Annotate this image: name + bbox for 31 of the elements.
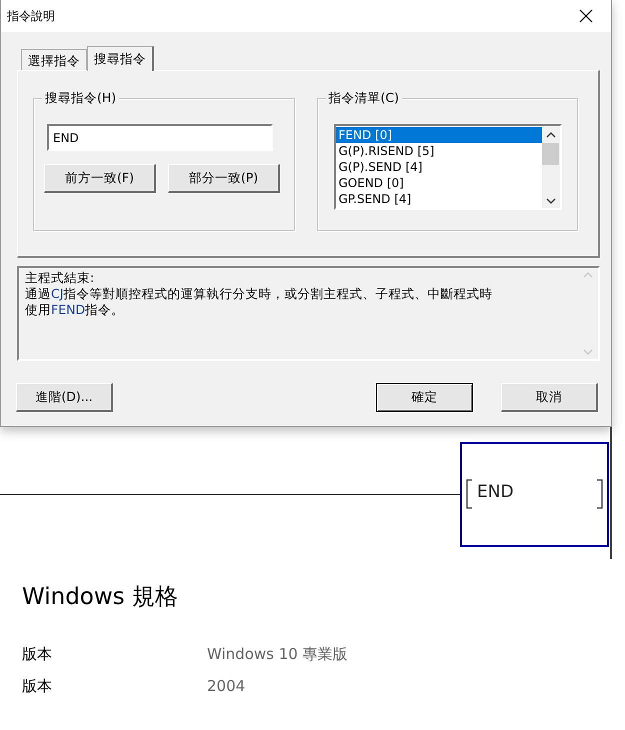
instruction-cell[interactable]: END: [460, 442, 609, 547]
bracket-icon: [465, 479, 473, 509]
spec-value: 2004: [207, 677, 246, 695]
tab[interactable]: 搜尋指令: [87, 46, 154, 71]
match-button[interactable]: 前方一致(F): [44, 164, 156, 193]
window-title: 指令說明: [7, 8, 55, 24]
scroll-up-icon[interactable]: [546, 132, 556, 138]
group-label: 指令清單(C): [326, 90, 402, 107]
instruction-label: END: [477, 482, 514, 502]
bracket-icon: [596, 479, 604, 509]
dialog-button[interactable]: 進階(D)...: [16, 383, 113, 412]
description-text: 主程式結束: 通過CJ指令等對順控程式的運算執行分支時，或分割主程式、子程式、中斷程式時 使用FEND指令。: [24, 269, 494, 319]
spec-value: Windows 10 專業版: [207, 644, 349, 664]
list-item[interactable]: G(P).RISEND [5]: [336, 143, 542, 159]
list-item[interactable]: GP.SEND [4]: [336, 191, 542, 207]
scrollbar-thumb[interactable]: [542, 143, 559, 165]
scroll-down-icon[interactable]: [546, 198, 556, 204]
search-field[interactable]: END: [47, 124, 273, 151]
section-title: Windows 規格: [22, 583, 179, 612]
spec-label: 版本: [22, 644, 53, 664]
match-button[interactable]: 部分一致(P): [168, 164, 280, 193]
dialog-button[interactable]: 取消: [501, 383, 598, 412]
group-label: 搜尋指令(H): [42, 90, 120, 107]
list-item[interactable]: FEND [0]: [336, 127, 542, 143]
tab[interactable]: 選擇指令: [21, 49, 87, 70]
scroll-down-icon: [583, 349, 593, 355]
list-item[interactable]: GOEND [0]: [336, 175, 542, 191]
dialog-button[interactable]: 確定: [376, 383, 473, 412]
list-item[interactable]: G(P).SEND [4]: [336, 159, 542, 175]
spec-label: 版本: [22, 676, 53, 696]
scroll-up-icon: [583, 272, 593, 278]
